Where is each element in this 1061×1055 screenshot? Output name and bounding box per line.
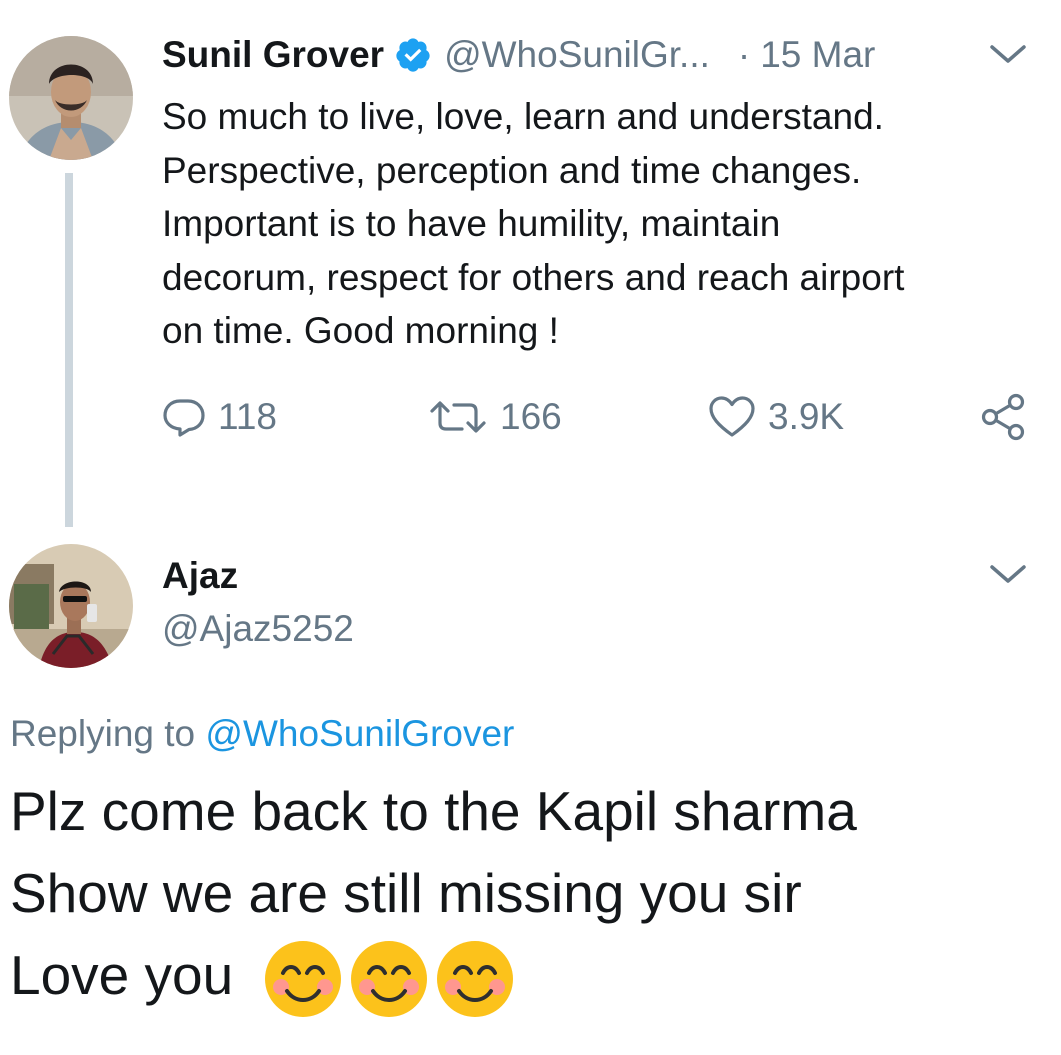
reply-text-line: Show we are still missing you sir	[10, 862, 802, 924]
avatar-ajaz[interactable]	[9, 544, 133, 668]
reply-author-handle[interactable]: @Ajaz5252	[162, 608, 354, 650]
like-button[interactable]: 3.9K	[708, 392, 844, 442]
verified-badge-icon	[394, 36, 432, 74]
reply-count: 118	[218, 396, 277, 437]
reply-text-line-last: Love you	[10, 934, 1050, 1019]
replying-to-line: Replying to @WhoSunilGrover	[10, 713, 514, 755]
smiling-face-emoji-icon	[435, 939, 515, 1019]
retweet-icon	[428, 395, 488, 439]
reply-button[interactable]: 118	[162, 392, 277, 442]
tweet-date[interactable]: 15 Mar	[760, 34, 875, 76]
share-icon	[978, 392, 1028, 442]
tweet-header: Sunil Grover @WhoSunilGr... · 15 Mar	[162, 30, 875, 80]
smiling-face-emoji-icon	[349, 939, 429, 1019]
reply-text-line: Love you	[10, 944, 234, 1006]
reply-icon	[162, 395, 206, 439]
tweet-thread: Sunil Grover @WhoSunilGr... · 15 Mar So …	[0, 0, 1061, 1055]
author-name[interactable]: Sunil Grover	[162, 34, 384, 76]
thread-connector-line	[65, 173, 73, 527]
reply-text-line: Plz come back to the Kapil sharma	[10, 780, 857, 842]
author-handle[interactable]: @WhoSunilGr...	[444, 34, 710, 76]
replying-to-mention[interactable]: @WhoSunilGrover	[205, 713, 514, 754]
share-button[interactable]	[978, 392, 1028, 442]
separator-dot: ·	[737, 34, 751, 75]
reply-author-name[interactable]: Ajaz	[162, 555, 238, 597]
chevron-down-icon[interactable]	[988, 560, 1028, 590]
heart-icon	[708, 395, 756, 439]
like-count: 3.9K	[768, 396, 845, 437]
smiling-face-emoji-icon	[263, 939, 343, 1019]
reply-text: Plz come back to the Kapil sharma Show w…	[10, 770, 1050, 1019]
replying-to-label: Replying to	[10, 713, 196, 754]
emoji-row	[263, 939, 521, 1019]
avatar-sunil-grover[interactable]	[9, 36, 133, 160]
retweet-count: 166	[500, 396, 562, 437]
retweet-button[interactable]: 166	[428, 392, 562, 442]
tweet-text: So much to live, love, learn and underst…	[162, 96, 905, 351]
chevron-down-icon[interactable]	[988, 40, 1028, 70]
